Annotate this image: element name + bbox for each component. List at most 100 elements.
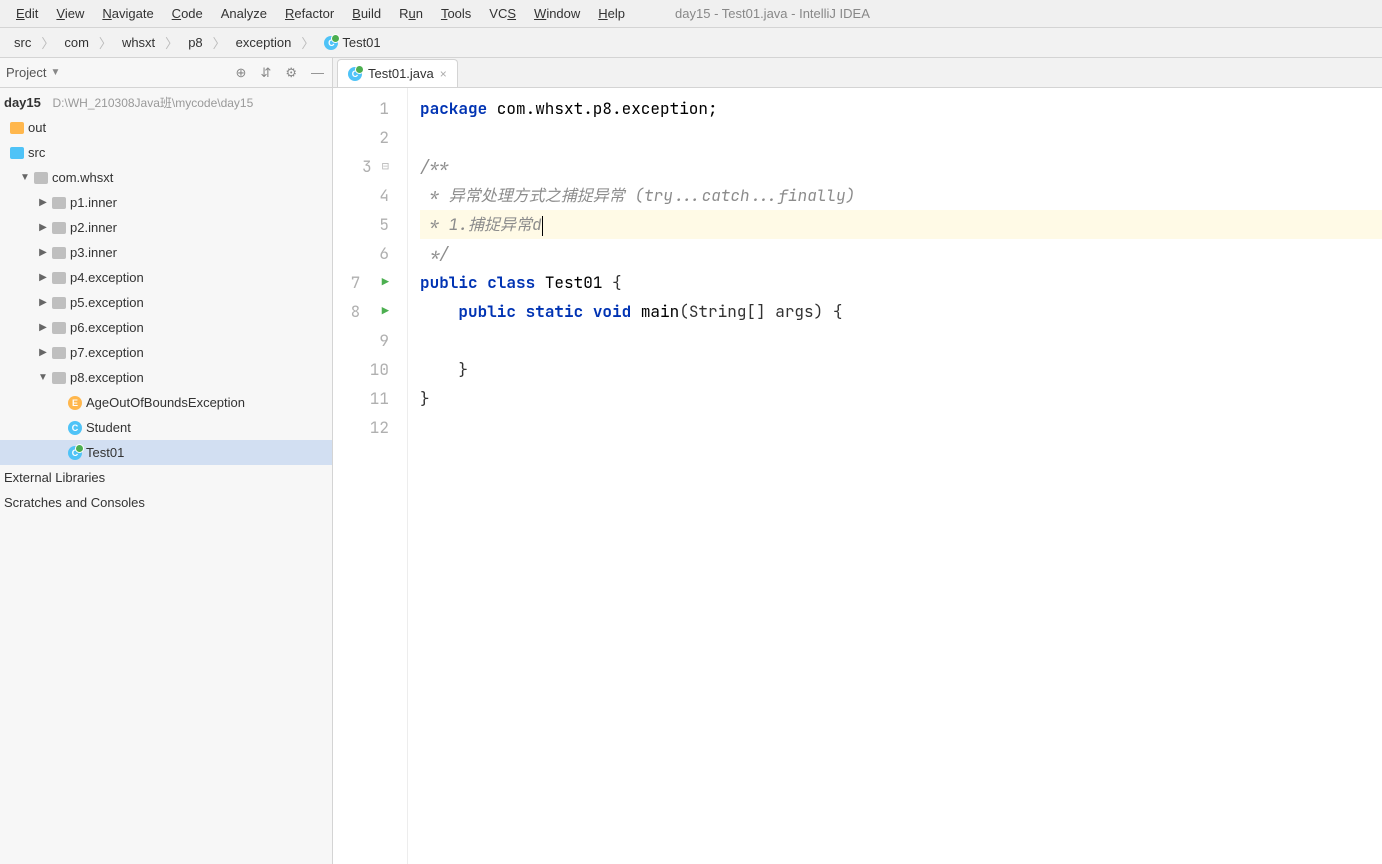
menu-vcs[interactable]: VCS — [481, 2, 524, 25]
breadcrumb-item[interactable]: p8 — [180, 33, 210, 52]
menu-edit[interactable]: Edit — [8, 2, 46, 25]
chevron-right-icon: ▶ — [38, 347, 48, 358]
package-icon — [52, 247, 66, 259]
chevron-right-icon: ▶ — [38, 297, 48, 308]
hide-icon[interactable]: — — [309, 63, 326, 82]
editor-tab[interactable]: C Test01.java × — [337, 59, 458, 87]
tree-package[interactable]: ▶p3.inner — [0, 240, 332, 265]
menu-code[interactable]: Code — [164, 2, 211, 25]
package-icon — [52, 297, 66, 309]
class-icon: C — [68, 446, 82, 460]
tree-package[interactable]: ▶p7.exception — [0, 340, 332, 365]
tree-class[interactable]: CStudent — [0, 415, 332, 440]
collapse-icon[interactable]: ⇵ — [258, 63, 273, 83]
class-icon: C — [348, 67, 362, 81]
window-title: day15 - Test01.java - IntelliJ IDEA — [675, 6, 870, 21]
tree-class-test01[interactable]: CTest01 — [0, 440, 332, 465]
tree-folder-src[interactable]: src — [0, 140, 332, 165]
chevron-right-icon: 〉 — [163, 33, 180, 52]
line-number: 11 — [333, 384, 407, 413]
chevron-right-icon: 〉 — [97, 33, 114, 52]
tree-package-root[interactable]: ▼com.whsxt — [0, 165, 332, 190]
package-icon — [34, 172, 48, 184]
folder-icon — [10, 147, 24, 159]
line-number: 3⊟ — [333, 152, 407, 181]
chevron-right-icon: 〉 — [211, 33, 228, 52]
folder-icon — [10, 122, 24, 134]
tree-package[interactable]: ▶p5.exception — [0, 290, 332, 315]
run-gutter-icon[interactable]: ▶ — [382, 268, 389, 297]
tree-package-p8[interactable]: ▼p8.exception — [0, 365, 332, 390]
code-editor[interactable]: 1 2 3⊟ 4 5 6 7 ▶ 8 ▶ 9 10 11 12 package … — [333, 88, 1382, 864]
tree-folder-out[interactable]: out — [0, 115, 332, 140]
breadcrumb-item[interactable]: src — [6, 33, 39, 52]
line-number: 12 — [333, 413, 407, 442]
chevron-right-icon: ▶ — [38, 197, 48, 208]
run-gutter-icon[interactable]: ▶ — [382, 297, 389, 326]
class-icon: C — [324, 36, 338, 50]
package-icon — [52, 322, 66, 334]
menu-help[interactable]: Help — [590, 2, 633, 25]
line-number: 2 — [333, 123, 407, 152]
editor-area: C Test01.java × 1 2 3⊟ 4 5 6 7 ▶ 8 ▶ 9 1… — [333, 58, 1382, 864]
chevron-right-icon: ▶ — [38, 247, 48, 258]
menu-analyze[interactable]: Analyze — [213, 2, 275, 25]
locate-icon[interactable]: ⊕ — [234, 63, 249, 83]
settings-icon[interactable]: ⚙ — [283, 63, 299, 83]
main-menubar: Edit View Navigate Code Analyze Refactor… — [0, 0, 1382, 28]
sidebar-header: Project ▼ ⊕ ⇵ ⚙ — — [0, 58, 332, 88]
breadcrumb-item[interactable]: exception — [228, 33, 300, 52]
tree-package[interactable]: ▶p1.inner — [0, 190, 332, 215]
tab-label: Test01.java — [368, 66, 434, 81]
package-icon — [52, 222, 66, 234]
chevron-down-icon: ▼ — [20, 172, 30, 183]
exception-class-icon: E — [68, 396, 82, 410]
project-dropdown[interactable]: Project ▼ — [6, 65, 234, 80]
project-root[interactable]: day15 D:\WH_210308Java班\mycode\day15 — [0, 90, 332, 115]
chevron-right-icon: 〉 — [299, 33, 316, 52]
line-number: 6 — [333, 239, 407, 268]
breadcrumb-item[interactable]: CTest01 — [316, 33, 388, 52]
package-icon — [52, 347, 66, 359]
chevron-right-icon: ▶ — [38, 322, 48, 333]
close-icon[interactable]: × — [440, 67, 447, 81]
line-number: 1 — [333, 94, 407, 123]
code-content[interactable]: package com.whsxt.p8.exception; /** * 异常… — [408, 88, 1382, 864]
line-number: 5 — [333, 210, 407, 239]
chevron-right-icon: ▶ — [38, 272, 48, 283]
line-number: 7 ▶ — [333, 268, 407, 297]
tree-scratches[interactable]: Scratches and Consoles — [0, 490, 332, 515]
tree-package[interactable]: ▶p6.exception — [0, 315, 332, 340]
menu-build[interactable]: Build — [344, 2, 389, 25]
package-icon — [52, 197, 66, 209]
tree-package[interactable]: ▶p4.exception — [0, 265, 332, 290]
menu-run[interactable]: Run — [391, 2, 431, 25]
editor-tabbar: C Test01.java × — [333, 58, 1382, 88]
chevron-right-icon: 〉 — [39, 33, 56, 52]
project-sidebar: Project ▼ ⊕ ⇵ ⚙ — day15 D:\WH_210308Java… — [0, 58, 333, 864]
tree-package[interactable]: ▶p2.inner — [0, 215, 332, 240]
tree-external-libraries[interactable]: External Libraries — [0, 465, 332, 490]
package-icon — [52, 372, 66, 384]
fold-marker-icon[interactable]: ⊟ — [382, 152, 389, 181]
package-icon — [52, 272, 66, 284]
tree-class[interactable]: EAgeOutOfBoundsException — [0, 390, 332, 415]
chevron-down-icon: ▼ — [38, 372, 48, 383]
menu-view[interactable]: View — [48, 2, 92, 25]
breadcrumb-bar: src〉 com〉 whsxt〉 p8〉 exception〉 CTest01 — [0, 28, 1382, 58]
breadcrumb-item[interactable]: whsxt — [114, 33, 163, 52]
editor-gutter[interactable]: 1 2 3⊟ 4 5 6 7 ▶ 8 ▶ 9 10 11 12 — [333, 88, 408, 864]
line-number: 4 — [333, 181, 407, 210]
class-icon: C — [68, 421, 82, 435]
text-caret — [542, 216, 543, 236]
menu-tools[interactable]: Tools — [433, 2, 479, 25]
chevron-right-icon: ▶ — [38, 222, 48, 233]
menu-navigate[interactable]: Navigate — [94, 2, 161, 25]
breadcrumb-item[interactable]: com — [56, 33, 97, 52]
line-number: 9 — [333, 326, 407, 355]
line-number: 8 ▶ — [333, 297, 407, 326]
project-tree: day15 D:\WH_210308Java班\mycode\day15 out… — [0, 88, 332, 517]
menu-window[interactable]: Window — [526, 2, 588, 25]
line-number: 10 — [333, 355, 407, 384]
menu-refactor[interactable]: Refactor — [277, 2, 342, 25]
